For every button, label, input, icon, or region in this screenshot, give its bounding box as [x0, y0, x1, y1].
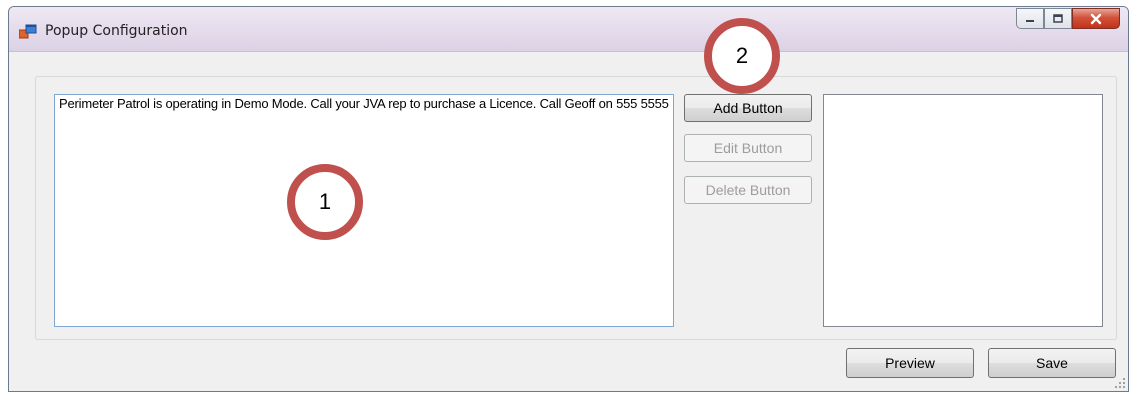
minimize-button[interactable]	[1016, 8, 1044, 29]
maximize-icon	[1053, 13, 1063, 23]
window-title: Popup Configuration	[45, 23, 188, 39]
delete-button[interactable]: Delete Button	[684, 176, 812, 204]
minimize-icon	[1026, 19, 1034, 22]
close-icon	[1090, 13, 1102, 24]
save-button[interactable]: Save	[988, 348, 1116, 378]
close-button[interactable]	[1072, 8, 1120, 29]
resize-grip-icon[interactable]	[1115, 378, 1125, 388]
window-controls	[1016, 8, 1120, 30]
buttons-listbox[interactable]	[823, 94, 1103, 327]
window-app-icon	[19, 24, 37, 39]
edit-button[interactable]: Edit Button	[684, 134, 812, 162]
preview-button[interactable]: Preview	[846, 348, 974, 378]
client-area: Perimeter Patrol is operating in Demo Mo…	[9, 52, 1128, 391]
maximize-button[interactable]	[1044, 8, 1072, 29]
message-textbox[interactable]: Perimeter Patrol is operating in Demo Mo…	[54, 94, 674, 327]
title-bar[interactable]: Popup Configuration	[9, 7, 1128, 52]
popup-configuration-window: Popup Configuration Perimeter Patrol is …	[8, 6, 1129, 392]
add-button[interactable]: Add Button	[684, 94, 812, 122]
annotation-marker-1: 1	[287, 164, 363, 240]
annotation-marker-2: 2	[704, 18, 780, 94]
